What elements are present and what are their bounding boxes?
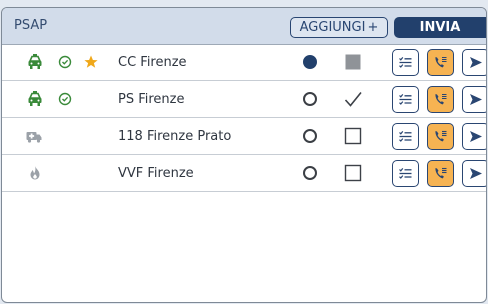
call-button[interactable]: [427, 49, 454, 76]
phone-list-icon: [435, 56, 447, 68]
phone-list-icon: [435, 93, 447, 105]
car-icon: [28, 54, 42, 69]
empty-square-icon[interactable]: [344, 127, 362, 145]
table-row[interactable]: PS Firenze: [2, 81, 486, 118]
radio-unselected[interactable]: [303, 92, 317, 106]
details-button[interactable]: [392, 86, 419, 113]
radio-unselected[interactable]: [303, 166, 317, 180]
checkmark-icon[interactable]: [344, 90, 362, 108]
filled-square-icon[interactable]: [344, 53, 362, 71]
table-row[interactable]: CC Firenze: [2, 44, 486, 81]
empty-square-icon[interactable]: [344, 164, 362, 182]
call-button[interactable]: [427, 160, 454, 187]
plus-icon: +: [367, 20, 379, 35]
psap-name: CC Firenze: [118, 55, 187, 70]
check-circle-icon: [58, 92, 72, 106]
star-icon[interactable]: [82, 53, 100, 71]
ambulance-icon: [26, 132, 42, 143]
panel-header: PSAP AGGIUNGI + INVIA: [2, 8, 486, 45]
send-row-button[interactable]: [462, 86, 486, 113]
send-row-button[interactable]: [462, 49, 486, 76]
radio-unselected[interactable]: [303, 129, 317, 143]
send-row-button[interactable]: [462, 123, 486, 150]
psap-panel: PSAP AGGIUNGI + INVIA CC Firenze PS Fire…: [1, 7, 487, 303]
send-arrow-icon: [470, 57, 482, 68]
send-row-button[interactable]: [462, 160, 486, 187]
send-button[interactable]: INVIA: [394, 17, 486, 38]
fire-icon: [30, 166, 40, 180]
check-circle-icon: [58, 55, 72, 69]
send-arrow-icon: [470, 168, 482, 179]
checklist-icon: [399, 131, 412, 142]
add-button[interactable]: AGGIUNGI +: [290, 17, 388, 38]
send-arrow-icon: [470, 94, 482, 105]
details-button[interactable]: [392, 49, 419, 76]
panel-title: PSAP: [14, 18, 48, 33]
checklist-icon: [399, 94, 412, 105]
checklist-icon: [399, 168, 412, 179]
table-row[interactable]: VVF Firenze: [2, 155, 486, 192]
send-arrow-icon: [470, 131, 482, 142]
psap-name: PS Firenze: [118, 92, 185, 107]
table-row[interactable]: 118 Firenze Prato: [2, 118, 486, 155]
send-button-label: INVIA: [419, 20, 461, 35]
details-button[interactable]: [392, 160, 419, 187]
checklist-icon: [399, 57, 412, 68]
details-button[interactable]: [392, 123, 419, 150]
radio-selected[interactable]: [303, 55, 317, 69]
phone-list-icon: [435, 167, 447, 179]
call-button[interactable]: [427, 123, 454, 150]
phone-list-icon: [435, 130, 447, 142]
add-button-label: AGGIUNGI: [299, 20, 366, 35]
psap-name: 118 Firenze Prato: [118, 129, 232, 144]
car-icon: [28, 91, 42, 106]
call-button[interactable]: [427, 86, 454, 113]
psap-name: VVF Firenze: [118, 166, 194, 181]
